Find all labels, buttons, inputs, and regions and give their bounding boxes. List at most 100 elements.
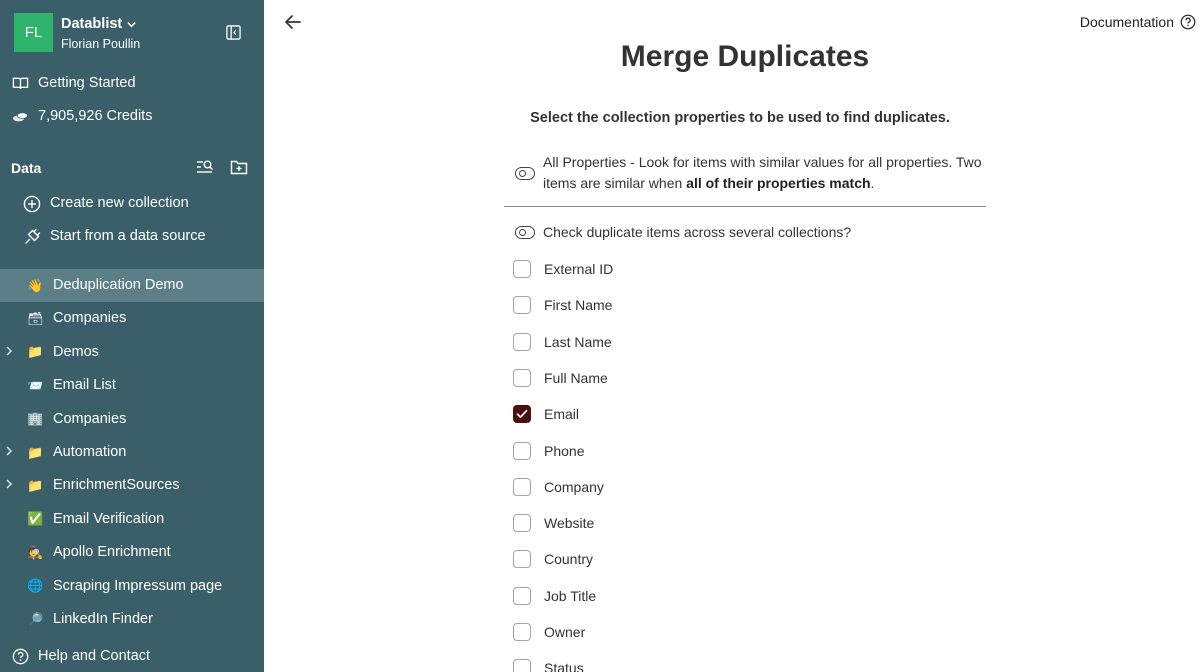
collection-item[interactable]: 🗃 Companies <box>0 302 264 335</box>
collection-emoji-icon: 🏢 <box>27 411 44 427</box>
property-label: Owner <box>544 624 586 640</box>
book-icon <box>12 77 29 89</box>
property-label: Company <box>544 478 604 495</box>
collection-label: Email List <box>53 377 116 394</box>
property-label: Status <box>544 660 584 672</box>
across-collections-label: Check duplicate items across several col… <box>543 224 852 240</box>
collection-item[interactable]: 🌐 Scraping Impressum page <box>0 570 264 603</box>
property-option[interactable]: Full Name <box>513 368 813 389</box>
collection-emoji-icon: 📨 <box>27 377 44 393</box>
collection-emoji-icon: 📁 <box>27 444 44 460</box>
chevron-right-icon[interactable] <box>4 444 16 460</box>
property-checkbox[interactable] <box>513 441 531 460</box>
property-option[interactable]: Company <box>513 477 813 498</box>
avatar: FL <box>14 13 53 52</box>
start-data-source-button[interactable]: Start from a data source <box>0 220 264 253</box>
back-arrow-icon[interactable] <box>284 13 302 31</box>
help-contact-button[interactable]: Help and Contact <box>0 641 264 672</box>
property-checkbox[interactable] <box>513 332 531 351</box>
property-label: Country <box>544 551 594 568</box>
collection-label: Scraping Impressum page <box>53 577 223 594</box>
collection-label: Companies <box>53 410 127 427</box>
page-subtitle: Select the collection properties to be u… <box>530 110 950 126</box>
collection-emoji-icon: 📁 <box>27 344 44 360</box>
property-checkbox[interactable] <box>513 405 531 424</box>
property-checkbox[interactable] <box>513 514 531 533</box>
collection-label: Automation <box>53 444 127 460</box>
all-properties-bold: all of their properties match <box>686 175 871 191</box>
collection-item[interactable]: 📁 EnrichmentSources <box>0 469 264 502</box>
collection-item[interactable]: 📨 Email List <box>0 369 264 402</box>
collection-item[interactable]: 📁 Automation <box>0 436 264 469</box>
property-checkbox[interactable] <box>513 623 531 641</box>
sidebar-item-getting-started[interactable]: Getting Started <box>0 67 264 100</box>
property-checkbox[interactable] <box>513 260 531 278</box>
property-option[interactable]: Website <box>513 514 813 534</box>
help-contact-label: Help and Contact <box>38 648 151 664</box>
search-collections-icon[interactable] <box>196 158 214 176</box>
collection-emoji-icon: 🗃 <box>27 310 44 326</box>
across-collections-toggle[interactable] <box>515 226 535 239</box>
collection-item[interactable]: ✅ Email Verification <box>0 503 264 536</box>
start-data-source-label: Start from a data source <box>50 228 206 244</box>
collection-label: Apollo Enrichment <box>53 544 171 561</box>
collection-emoji-icon: ✅ <box>27 511 44 527</box>
create-collection-button[interactable]: Create new collection <box>0 187 264 220</box>
property-label: Website <box>544 515 595 532</box>
data-section-title: Data <box>11 160 42 176</box>
collection-label: Deduplication Demo <box>53 277 184 293</box>
collection-item[interactable]: 🔎 LinkedIn Finder <box>0 603 264 636</box>
property-option[interactable]: External ID <box>513 260 813 280</box>
property-label: Last Name <box>544 333 612 350</box>
sidebar-collapse-icon[interactable] <box>226 25 241 40</box>
property-option[interactable]: First Name <box>513 296 813 316</box>
create-collection-label: Create new collection <box>50 195 189 211</box>
documentation-link[interactable]: Documentation <box>1080 14 1196 30</box>
property-checkbox[interactable] <box>513 368 531 387</box>
divider <box>504 206 986 207</box>
property-checkbox[interactable] <box>513 586 531 605</box>
plug-icon <box>25 228 41 244</box>
plus-circle-icon <box>23 195 41 213</box>
page-title: Merge Duplicates <box>620 40 870 73</box>
property-label: Full Name <box>544 369 608 386</box>
new-folder-icon[interactable] <box>230 158 248 176</box>
collection-label: EnrichmentSources <box>53 477 180 494</box>
workspace-name[interactable]: Datablist <box>61 16 137 32</box>
collection-emoji-icon: 🌐 <box>27 578 44 594</box>
workspace-switcher[interactable]: FL Datablist Florian Poullin <box>14 13 254 53</box>
property-option[interactable]: Owner <box>513 623 813 643</box>
property-option[interactable]: Phone <box>513 441 813 462</box>
property-option[interactable]: Status <box>513 659 813 672</box>
chevron-right-icon[interactable] <box>4 344 16 360</box>
property-checkbox[interactable] <box>513 296 531 315</box>
property-option[interactable]: Country <box>513 550 813 570</box>
property-label: Job Title <box>544 587 597 604</box>
property-label: First Name <box>544 297 613 314</box>
property-option[interactable]: Last Name <box>513 332 813 353</box>
all-properties-description: All Properties - Look for items with sim… <box>543 152 993 194</box>
workspace-name-label: Datablist <box>61 16 123 32</box>
check-icon <box>516 410 528 419</box>
collection-label: Email Verification <box>53 510 165 527</box>
property-option[interactable]: Job Title <box>513 586 813 607</box>
collection-item[interactable]: 👋 Deduplication Demo <box>0 269 264 302</box>
collection-item[interactable]: 📁 Demos <box>0 336 264 369</box>
collection-label: Companies <box>53 310 127 327</box>
all-properties-toggle[interactable] <box>515 167 535 180</box>
property-checkbox[interactable] <box>513 477 531 496</box>
property-checkbox[interactable] <box>513 659 531 672</box>
sidebar-item-credits[interactable]: 7,905,926 Credits <box>0 100 264 133</box>
collection-item[interactable]: 🏢 Companies <box>0 403 264 436</box>
property-checkbox[interactable] <box>513 550 531 569</box>
collection-item[interactable]: 🕵 Apollo Enrichment <box>0 536 264 569</box>
property-option[interactable]: Email <box>513 405 813 425</box>
sidebar: FL Datablist Florian Poullin Getting Sta… <box>0 0 264 672</box>
collection-emoji-icon: 📁 <box>27 477 44 493</box>
collection-emoji-icon: 🕵 <box>27 544 44 560</box>
help-circle-icon <box>1180 14 1196 30</box>
chevron-right-icon[interactable] <box>4 477 16 493</box>
property-label: Phone <box>544 442 585 459</box>
chevron-down-icon <box>127 21 136 27</box>
collection-label: Demos <box>53 343 99 360</box>
